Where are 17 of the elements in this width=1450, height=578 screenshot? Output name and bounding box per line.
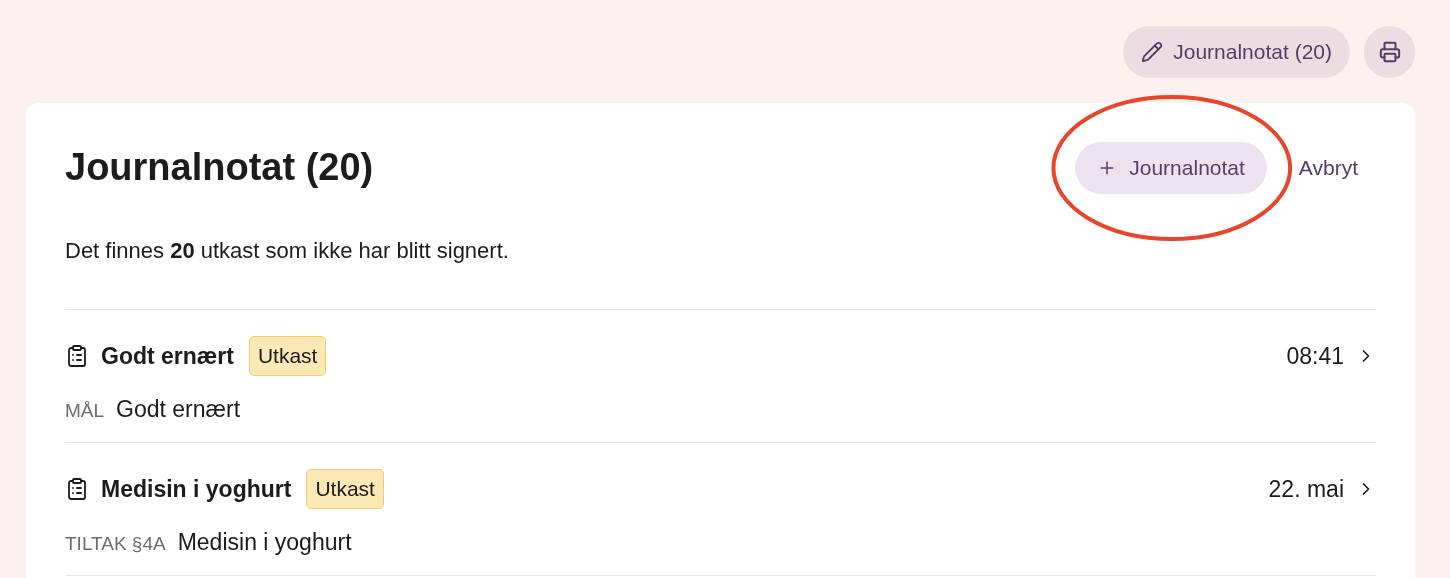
entry-title: Godt ernært — [101, 341, 234, 371]
journal-note-button[interactable]: Journalnotat (20) — [1123, 26, 1350, 78]
status-badge: Utkast — [306, 469, 384, 509]
card-title: Journalnotat (20) — [65, 145, 374, 190]
entry-text: Medisin i yoghurt — [177, 527, 352, 557]
status-badge: Utkast — [248, 336, 327, 376]
journal-entry[interactable]: Medisin i yoghurt Utkast 22. mai TILTAK §4A Medisin i yoghurt — [65, 443, 1376, 576]
add-note-button[interactable]: Journalnotat — [1075, 141, 1267, 194]
entry-time: 08:41 — [1286, 341, 1344, 371]
entry-time: 22. mai — [1268, 474, 1344, 504]
category-label: TILTAK §4A — [65, 531, 166, 556]
entry-text: Godt ernært — [116, 394, 241, 424]
summary-text: Det finnes 20 utkast som ikke har blitt signert. — [65, 237, 510, 265]
entry-title: Medisin i yoghurt — [101, 474, 292, 504]
category-label: MÅL — [65, 398, 105, 423]
cancel-link[interactable]: Avbryt — [1298, 151, 1358, 184]
journal-entry[interactable]: Godt ernært Utkast 08:41 MÅL Godt ernært — [65, 310, 1376, 443]
